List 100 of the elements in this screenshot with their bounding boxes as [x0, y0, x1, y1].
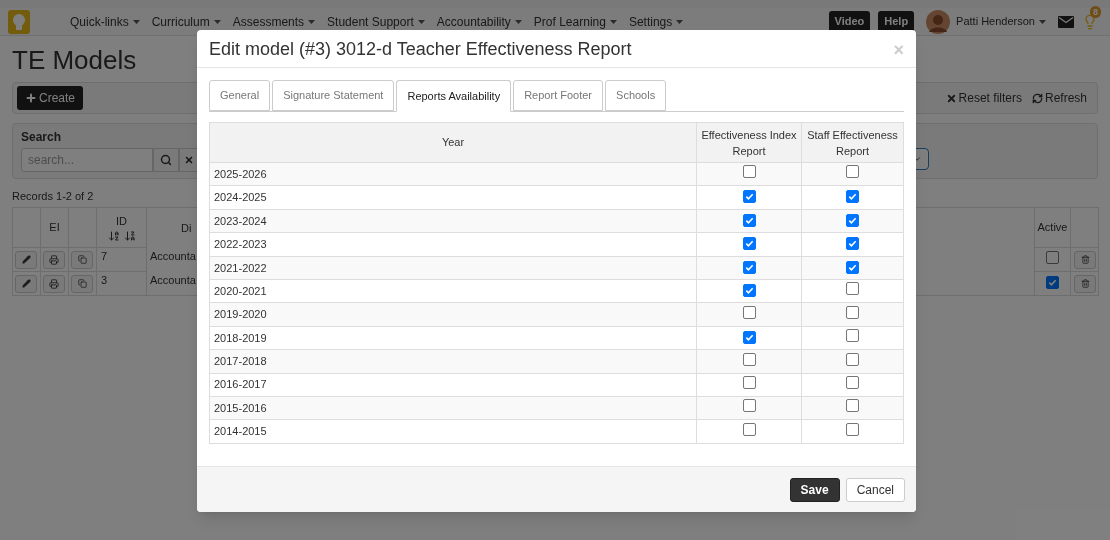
checkbox[interactable] [1046, 276, 1059, 290]
trash-icon [1080, 279, 1090, 288]
checkbox[interactable] [846, 352, 859, 366]
tab[interactable]: Signature Statement [272, 80, 395, 111]
checkbox[interactable] [742, 283, 756, 297]
printer-icon [49, 278, 59, 289]
notification-badge: 8 [1090, 5, 1101, 18]
tab[interactable]: Schools [605, 80, 667, 111]
sort-descending-icon[interactable] [123, 229, 136, 242]
mail-icon[interactable] [1058, 15, 1074, 28]
clear-button[interactable] [179, 148, 199, 172]
nav-menu-item[interactable]: Settings [628, 12, 684, 31]
table-cell: 2019-2020 [209, 302, 697, 327]
checkbox[interactable] [742, 190, 756, 204]
cancel-button[interactable]: Cancel [845, 477, 905, 502]
avatar [926, 9, 951, 34]
checkbox[interactable] [846, 282, 859, 296]
checkbox[interactable] [846, 190, 859, 204]
print-button[interactable] [43, 250, 65, 269]
checkbox[interactable] [1046, 250, 1059, 264]
column-header: Effectiveness Index Report [696, 122, 802, 163]
sort-ascending-icon[interactable] [107, 229, 120, 242]
checkbox[interactable] [742, 213, 756, 227]
column-header: EI [40, 207, 69, 248]
table-cell: 2020-2021 [209, 279, 697, 303]
checkbox[interactable] [846, 399, 859, 413]
table-cell: 2025-2026 [209, 162, 697, 186]
checkbox[interactable] [742, 422, 756, 436]
checkbox[interactable] [846, 329, 859, 343]
checkbox[interactable] [846, 305, 859, 319]
checkbox[interactable] [742, 352, 756, 366]
print-button[interactable] [43, 274, 65, 293]
checkbox[interactable] [742, 375, 756, 389]
edit-button[interactable] [15, 274, 37, 293]
tab[interactable]: General [209, 80, 271, 111]
table-cell: 2015-2016 [209, 396, 697, 420]
table-cell: 2016-2017 [209, 373, 697, 397]
pencil-icon [21, 255, 31, 264]
reset-filters-link[interactable]: Reset filters [945, 89, 1022, 107]
table-cell: 2021-2022 [209, 256, 697, 280]
save-button[interactable]: Save [789, 477, 840, 502]
user-menu[interactable]: Patti Henderson [956, 13, 1046, 30]
delete-button[interactable] [1074, 274, 1096, 293]
copy-icon [77, 255, 87, 264]
copy-icon [77, 279, 87, 288]
copy-button[interactable] [71, 250, 93, 269]
checkbox[interactable] [742, 330, 756, 344]
nav-menu-item[interactable]: Prof Learning [533, 12, 617, 31]
nav-menu-item[interactable]: Accountability [436, 12, 522, 31]
page-title: TE Models [12, 44, 137, 76]
table-cell: 2018-2019 [209, 326, 697, 350]
trash-icon [1080, 255, 1090, 264]
checkbox[interactable] [742, 305, 756, 319]
table-cell: 2014-2015 [209, 419, 697, 444]
column-header: Active [1034, 207, 1071, 248]
refresh-icon [1031, 92, 1043, 104]
checkbox[interactable] [846, 422, 859, 436]
records-count: Records 1-2 of 2 [12, 189, 94, 203]
tab[interactable]: Report Footer [513, 80, 604, 111]
column-header: Di [181, 221, 192, 234]
column-header: Staff Effectiveness Report [801, 122, 904, 163]
nav-menu-item[interactable]: Assessments [232, 12, 316, 31]
column-header: Year [209, 122, 697, 163]
close-icon [184, 155, 194, 165]
nav-menu-item[interactable]: Quick-links [70, 12, 140, 31]
nav-button[interactable]: Video [828, 10, 871, 33]
printer-icon [49, 254, 59, 265]
close-icon [945, 92, 957, 104]
table-cell: 7 [96, 247, 147, 272]
checkbox[interactable] [742, 237, 756, 251]
checkbox[interactable] [846, 165, 859, 179]
nav-menu-item[interactable]: Student Support [327, 12, 425, 31]
checkbox[interactable] [742, 399, 756, 413]
create-button[interactable]: Create [17, 86, 84, 110]
checkbox[interactable] [742, 260, 756, 274]
checkbox[interactable] [846, 237, 859, 251]
tab[interactable]: Reports Availability [396, 80, 512, 112]
table-cell: Accounta [150, 273, 196, 286]
table-cell: 2023-2024 [209, 209, 697, 233]
refresh-link[interactable]: Refresh [1031, 89, 1087, 107]
table-cell: Accounta [150, 249, 196, 262]
plus-icon [25, 92, 37, 104]
copy-button[interactable] [71, 274, 93, 293]
table-cell: 2017-2018 [209, 349, 697, 373]
checkbox[interactable] [846, 213, 859, 227]
pencil-icon [21, 279, 31, 288]
checkbox[interactable] [742, 165, 756, 179]
delete-button[interactable] [1074, 250, 1096, 269]
checkbox[interactable] [846, 375, 859, 389]
edit-button[interactable] [15, 250, 37, 269]
nav-menu-item[interactable]: Curriculum [151, 12, 221, 31]
search-icon [160, 154, 172, 166]
checkbox[interactable] [846, 260, 859, 274]
search-label: Search [21, 129, 63, 145]
nav-button[interactable]: Help [878, 10, 915, 33]
table-cell: 3 [96, 271, 147, 296]
table-cell: 2024-2025 [209, 185, 697, 210]
modal-title: Edit model (#3) 3012-d Teacher Effectiveness Report [209, 38, 633, 61]
table-cell: 2022-2023 [209, 232, 697, 257]
search-button[interactable] [153, 148, 179, 172]
